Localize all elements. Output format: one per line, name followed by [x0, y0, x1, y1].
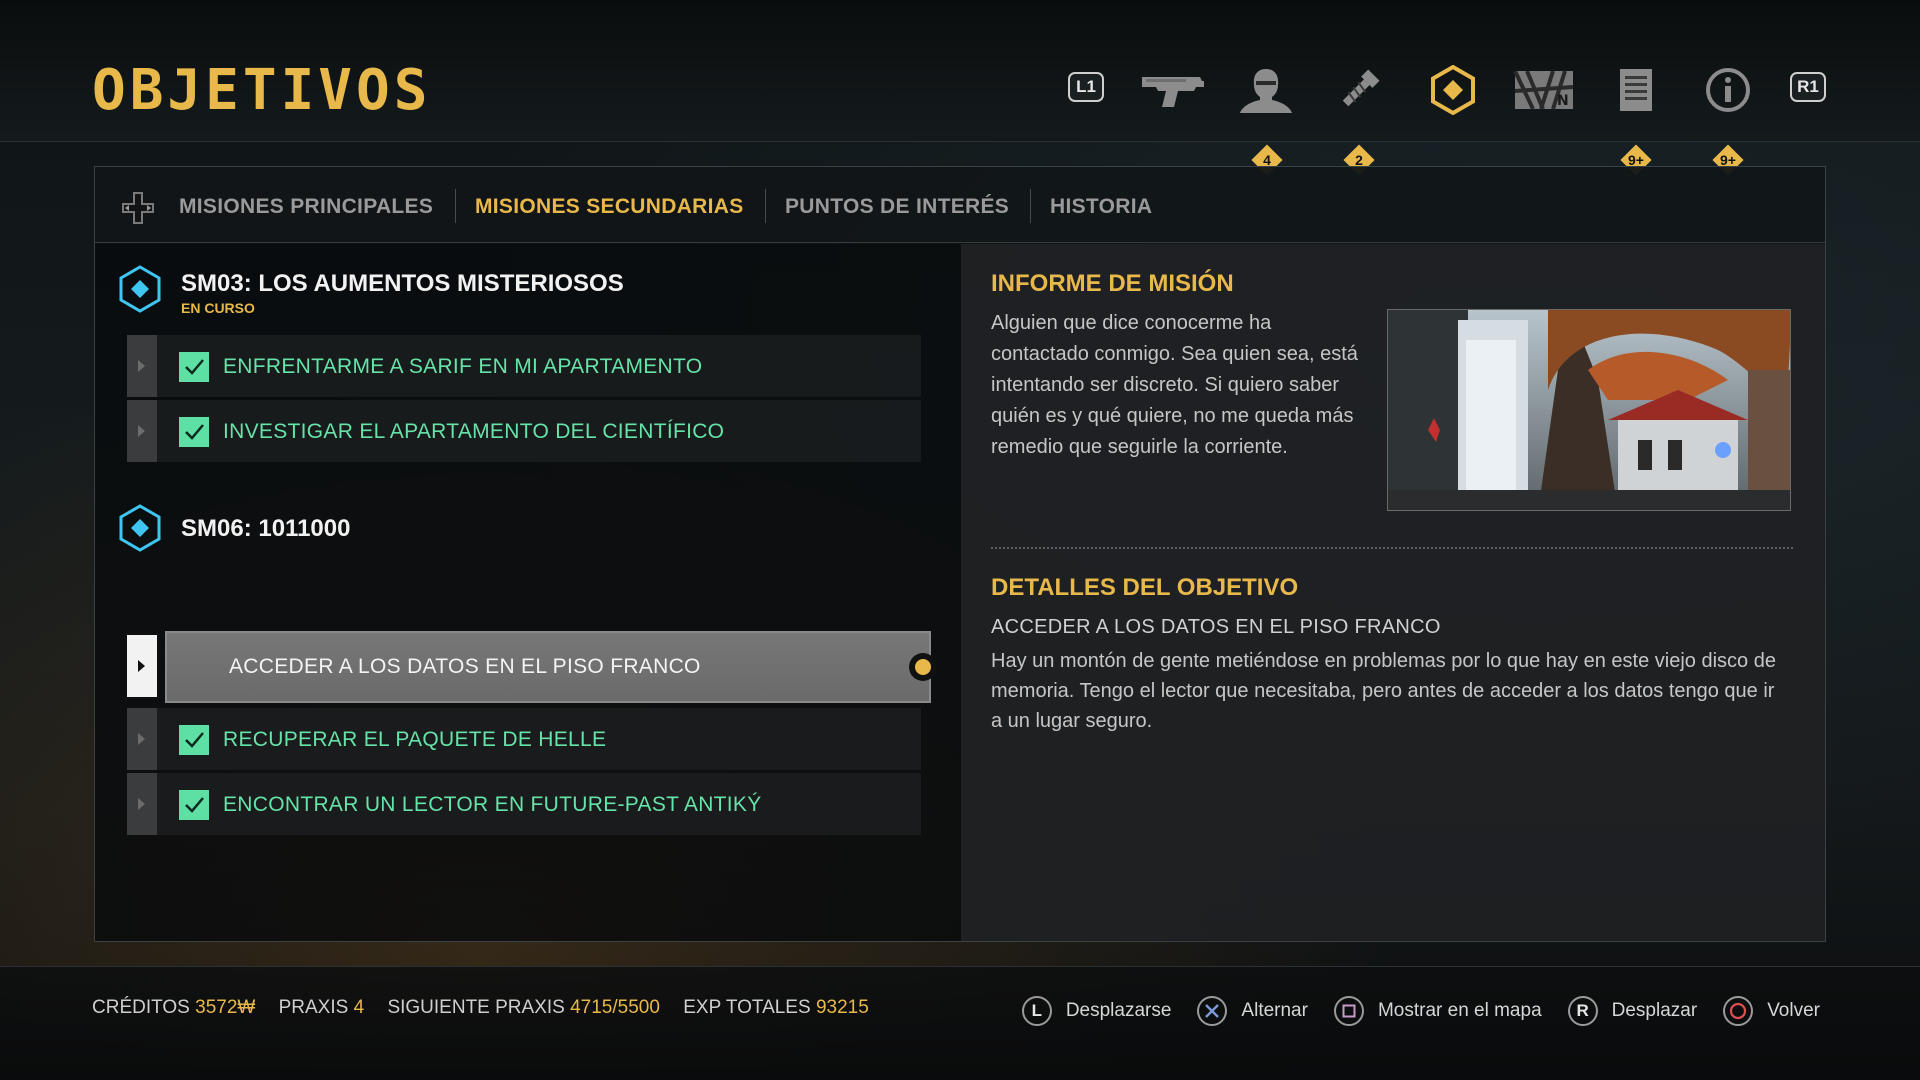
pistol-icon[interactable]	[1138, 62, 1208, 118]
objective-details-heading: DETALLES DEL OBJETIVO	[991, 574, 1299, 601]
mission-image	[1387, 309, 1791, 511]
row-handle	[127, 773, 157, 835]
checkbox-checked-icon	[179, 790, 209, 820]
objective-row[interactable]: ENCONTRAR UN LECTOR EN FUTURE-PAST ANTIK…	[127, 773, 921, 835]
section-divider	[991, 547, 1793, 549]
objective-detail-description: Hay un montón de gente metiéndose en pro…	[991, 650, 1776, 732]
info-icon[interactable]	[1693, 62, 1763, 118]
prompt-toggle[interactable]: Alternar	[1197, 996, 1308, 1026]
objectives-panel: MISIONES PRINCIPALES MISIONES SECUNDARIA…	[94, 166, 1826, 942]
objective-label: RECUPERAR EL PAQUETE DE HELLE	[223, 728, 607, 751]
briefing-heading: INFORME DE MISIÓN	[991, 270, 1234, 297]
objective-detail-name: ACCEDER A LOS DATOS EN EL PISO FRANCO	[991, 616, 1441, 638]
objective-row[interactable]: RECUPERAR EL PAQUETE DE HELLE	[127, 708, 921, 770]
tab-divider	[765, 189, 766, 223]
prompt-label: Mostrar en el mapa	[1377, 1000, 1542, 1021]
stat-next-praxis: SIGUIENTE PRAXIS 4715/5500	[387, 997, 660, 1018]
row-handle	[127, 635, 157, 697]
top-nav: L1 4 2 N 9+ 9+ R1	[1068, 62, 1828, 176]
mission-status: EN CURSO	[181, 300, 255, 316]
player-stats: CRÉDITOS 3572₩ PRAXIS 4 SIGUIENTE PRAXIS…	[92, 997, 887, 1019]
left-stick-icon: L	[1021, 996, 1052, 1026]
square-button-icon	[1333, 996, 1364, 1026]
objective-label: ENCONTRAR UN LECTOR EN FUTURE-PAST ANTIK…	[223, 793, 762, 816]
footer-bar: CRÉDITOS 3572₩ PRAXIS 4 SIGUIENTE PRAXIS…	[0, 966, 1920, 1080]
prompt-label: Desplazarse	[1065, 1000, 1172, 1021]
mission-header[interactable]: SM03: LOS AUMENTOS MISTERIOSOS EN CURSO	[117, 264, 937, 324]
tab-history[interactable]: HISTORIA	[1050, 195, 1152, 219]
l1-button[interactable]: L1	[1068, 72, 1104, 102]
side-mission-icon	[119, 265, 161, 313]
prompt-pan[interactable]: R Desplazar	[1567, 996, 1698, 1026]
tab-points-of-interest[interactable]: PUNTOS DE INTERÉS	[785, 195, 1009, 219]
objective-row-selected[interactable]: ACCEDER A LOS DATOS EN EL PISO FRANCO	[127, 631, 937, 703]
row-handle	[127, 400, 157, 462]
stat-total-xp: EXP TOTALES 93215	[683, 997, 869, 1018]
stat-praxis: PRAXIS 4	[278, 997, 365, 1018]
cross-button-icon	[1197, 996, 1228, 1026]
mission-header[interactable]: SM06: 1011000	[117, 503, 937, 563]
mission-title: SM06: 1011000	[181, 515, 351, 542]
objective-row[interactable]: ENFRENTARME A SARIF EN MI APARTAMENTO	[127, 335, 921, 397]
selection-highlight: ACCEDER A LOS DATOS EN EL PISO FRANCO	[165, 631, 937, 703]
tab-main-missions[interactable]: MISIONES PRINCIPALES	[179, 195, 433, 219]
screw-icon[interactable]	[1324, 62, 1394, 118]
prompt-show-on-map[interactable]: Mostrar en el mapa	[1333, 996, 1542, 1026]
prompt-label: Desplazar	[1611, 1000, 1698, 1021]
objective-row[interactable]: INVESTIGAR EL APARTAMENTO DEL CIENTÍFICO	[127, 400, 921, 462]
r1-button[interactable]: R1	[1790, 72, 1826, 102]
map-icon[interactable]: N	[1509, 62, 1579, 118]
checkbox-checked-icon	[179, 352, 209, 382]
stat-credits: CRÉDITOS 3572₩	[92, 997, 256, 1018]
row-handle	[127, 335, 157, 397]
tab-bar: MISIONES PRINCIPALES MISIONES SECUNDARIA…	[95, 167, 1825, 243]
prompt-label: Alternar	[1241, 1000, 1308, 1021]
objective-label: ACCEDER A LOS DATOS EN EL PISO FRANCO	[229, 655, 701, 678]
mission-list: SM03: LOS AUMENTOS MISTERIOSOS EN CURSO …	[95, 244, 961, 941]
head-silhouette-icon[interactable]	[1231, 62, 1301, 118]
page-title: OBJETIVOS	[92, 58, 432, 123]
dpad-icon	[122, 192, 154, 224]
side-mission-icon	[119, 504, 161, 552]
mission-title: SM03: LOS AUMENTOS MISTERIOSOS	[181, 270, 624, 297]
tab-divider	[455, 189, 456, 223]
document-icon[interactable]	[1601, 62, 1671, 118]
svg-text:N: N	[1557, 93, 1569, 109]
tab-divider	[1030, 189, 1031, 223]
objective-label: INVESTIGAR EL APARTAMENTO DEL CIENTÍFICO	[223, 420, 725, 443]
tab-side-missions[interactable]: MISIONES SECUNDARIAS	[475, 195, 744, 219]
briefing-text: Alguien que dice conocerme ha contactado…	[991, 312, 1358, 458]
header-bar: OBJETIVOS L1 4 2 N 9+ 9+ R1	[0, 0, 1920, 176]
tracked-marker-icon[interactable]	[909, 653, 937, 681]
checkbox-checked-icon	[179, 725, 209, 755]
prompt-back[interactable]: Volver	[1723, 996, 1820, 1026]
prompt-scroll[interactable]: L Desplazarse	[1021, 996, 1172, 1026]
checkbox-checked-icon	[179, 417, 209, 447]
objective-label: ENFRENTARME A SARIF EN MI APARTAMENTO	[223, 355, 703, 378]
circle-button-icon	[1723, 996, 1754, 1026]
button-prompts: L Desplazarse Alternar Mostrar en el map…	[996, 995, 1820, 1027]
diamond-objective-icon[interactable]	[1418, 62, 1488, 118]
row-handle	[127, 708, 157, 770]
right-stick-icon: R	[1567, 996, 1598, 1026]
prompt-label: Volver	[1767, 1000, 1820, 1021]
mission-details: INFORME DE MISIÓN Alguien que dice conoc…	[961, 244, 1825, 941]
